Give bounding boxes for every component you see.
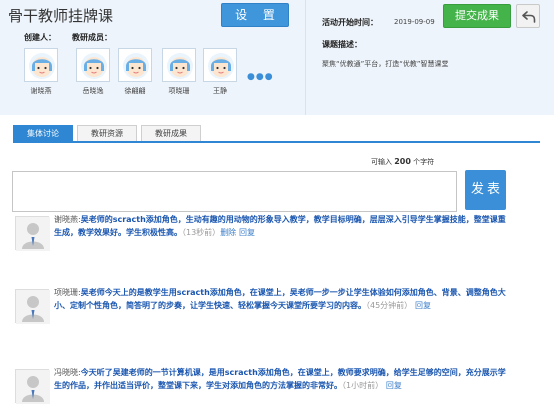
user-avatar-icon xyxy=(16,290,50,324)
back-arrow-icon xyxy=(522,11,536,23)
settings-button[interactable]: 设 置 xyxy=(221,3,289,27)
avatar xyxy=(24,48,58,82)
topic-description: 聚焦“优教通”平台，打造“优教”智慧课堂 xyxy=(322,60,449,68)
comment-author: 谢晓燕: xyxy=(54,215,81,224)
avatar xyxy=(162,48,196,82)
char-hint-prefix: 可输入 xyxy=(371,158,392,166)
char-hint-count: 200 xyxy=(394,157,411,166)
user-avatar-icon xyxy=(16,370,50,404)
comment-text: 今天听了吴建老师的一节计算机课，是用scracth添加角色，在课堂上，教师要求明… xyxy=(54,368,506,390)
member-name: 项晓珊 xyxy=(168,87,190,95)
more-members-icon[interactable]: ●●● xyxy=(247,72,274,82)
member-card[interactable]: 谢晓燕 xyxy=(22,48,60,96)
teacher-avatar-icon xyxy=(29,53,55,79)
comment-text: 吴老师今天上的是教学生用scracth添加角色，在课堂上，吴老师一步一步让学生体… xyxy=(54,288,506,310)
comment-body: 谢晓燕:吴老师的scracth添加角色，生动有趣的用动物的形象导入教学，教学目标… xyxy=(54,213,509,239)
avatar xyxy=(15,216,50,251)
header-divider xyxy=(305,0,306,115)
avatar xyxy=(118,48,152,82)
activity-start-label: 活动开始时间： xyxy=(322,18,378,27)
reply-link[interactable]: 回复 xyxy=(239,228,255,237)
comment-input[interactable] xyxy=(12,171,457,212)
post-button[interactable]: 发表 xyxy=(465,170,506,210)
delete-link[interactable]: 删除 xyxy=(220,228,236,237)
topic-description-label: 课题描述： xyxy=(322,40,362,49)
avatar xyxy=(15,289,50,324)
comment-author: 冯晓晓: xyxy=(54,368,81,377)
comment-time: （45分钟前） xyxy=(366,301,413,310)
activity-header: 骨干教师挂牌课 设 置 创建人： 教研成员： 谢晓燕 岳晓逸 徐翩翩 项晓珊 王… xyxy=(0,0,554,115)
member-card[interactable]: 岳晓逸 xyxy=(74,48,112,96)
reply-link[interactable]: 回复 xyxy=(415,301,431,310)
teacher-avatar-icon xyxy=(208,53,234,79)
avatar xyxy=(203,48,237,82)
member-name: 岳晓逸 xyxy=(82,87,104,95)
comment-text: 吴老师的scracth添加角色，生动有趣的用动物的形象导入教学，教学目标明确，层… xyxy=(54,215,506,237)
comment-time: （1小时前） xyxy=(342,381,384,390)
comment-body: 项晓珊:吴老师今天上的是教学生用scracth添加角色，在课堂上，吴老师一步一步… xyxy=(54,286,509,312)
activity-start-date: 2019-09-09 xyxy=(394,18,435,26)
avatar xyxy=(76,48,110,82)
reply-link[interactable]: 回复 xyxy=(386,381,402,390)
tab-research-results[interactable]: 教研成果 xyxy=(141,125,201,142)
avatar xyxy=(15,369,50,404)
comment-time: （13秒前） xyxy=(182,228,221,237)
comment-author: 项晓珊: xyxy=(54,288,81,297)
tab-research-resources[interactable]: 教研资源 xyxy=(77,125,137,142)
member-name: 徐翩翩 xyxy=(124,87,146,95)
creator-label: 创建人： xyxy=(24,33,56,42)
tab-group-discussion[interactable]: 集体讨论 xyxy=(13,125,73,142)
member-card[interactable]: 王静 xyxy=(201,48,239,96)
teacher-avatar-icon xyxy=(123,53,149,79)
teacher-avatar-icon xyxy=(167,53,193,79)
char-limit-hint: 可输入 200 个字符 xyxy=(371,157,434,167)
members-label: 教研成员： xyxy=(72,33,112,42)
page-title: 骨干教师挂牌课 xyxy=(8,7,114,25)
teacher-avatar-icon xyxy=(81,53,107,79)
member-name: 王静 xyxy=(213,87,227,95)
user-avatar-icon xyxy=(16,217,50,251)
member-name: 谢晓燕 xyxy=(30,87,52,95)
submit-results-button[interactable]: 提交成果 xyxy=(443,4,511,28)
char-hint-suffix: 个字符 xyxy=(413,158,435,166)
back-button[interactable] xyxy=(516,4,540,28)
tab-underline xyxy=(13,141,540,143)
comment-body: 冯晓晓:今天听了吴建老师的一节计算机课，是用scracth添加角色，在课堂上，教… xyxy=(54,366,509,392)
member-card[interactable]: 徐翩翩 xyxy=(116,48,154,96)
member-card[interactable]: 项晓珊 xyxy=(160,48,198,96)
